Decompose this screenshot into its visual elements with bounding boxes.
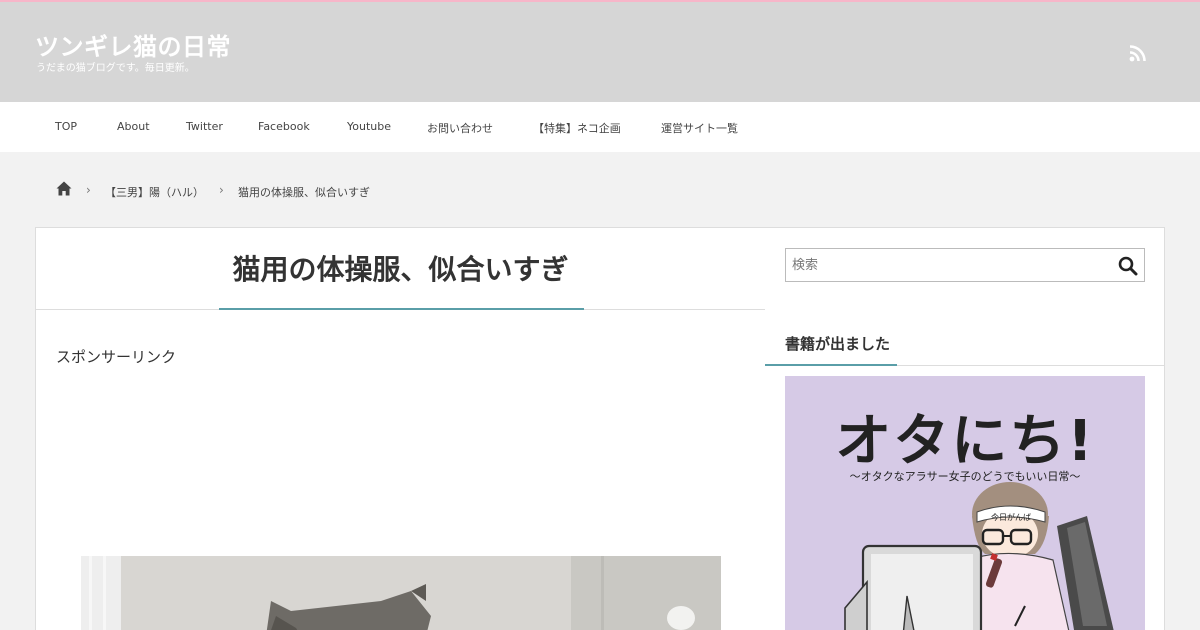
- widget-title: 書籍が出ました: [785, 335, 891, 353]
- chevron-right-icon: ›: [86, 183, 91, 197]
- cat-photo-image: [81, 556, 721, 630]
- nav-item-facebook[interactable]: Facebook: [258, 120, 310, 133]
- nav-item-youtube[interactable]: Youtube: [347, 120, 391, 133]
- search-input[interactable]: [786, 249, 1106, 281]
- widget-header: 書籍が出ました: [765, 323, 1164, 366]
- sponsor-label: スポンサーリンク: [56, 348, 177, 366]
- breadcrumb-current: 猫用の体操服、似合いすぎ: [238, 186, 370, 199]
- breadcrumb: › 【三男】陽（ハル） › 猫用の体操服、似合いすぎ: [0, 180, 1200, 200]
- headband-text: 今日がんば: [991, 512, 1031, 522]
- sidebar: 書籍が出ました オタにち! 〜オタクなアラサー女子のどうでもいい日常〜 今日がん…: [765, 227, 1165, 630]
- main-nav: TOP About Twitter Facebook Youtube お問い合わ…: [0, 102, 1200, 152]
- book-illustration: 今日がんば: [844, 482, 1114, 630]
- nav-item-contact[interactable]: お問い合わせ: [427, 120, 493, 136]
- nav-item-feature[interactable]: 【特集】ネコ企画: [533, 120, 621, 136]
- article-photo: [81, 556, 721, 630]
- nav-item-twitter[interactable]: Twitter: [186, 120, 223, 133]
- nav-item-sites[interactable]: 運営サイト一覧: [661, 120, 738, 136]
- widget-title-underline: [765, 364, 897, 366]
- search-icon[interactable]: [1118, 256, 1138, 276]
- book-cover-banner[interactable]: オタにち! 〜オタクなアラサー女子のどうでもいい日常〜 今日がんば: [785, 376, 1145, 630]
- search-form: [785, 248, 1145, 282]
- chevron-right-icon: ›: [219, 183, 224, 197]
- nav-item-about[interactable]: About: [117, 120, 150, 133]
- site-tagline: うだまの猫ブログです。毎日更新。: [36, 63, 195, 74]
- home-icon[interactable]: [56, 181, 72, 196]
- nav-item-top[interactable]: TOP: [55, 120, 77, 133]
- rss-icon[interactable]: [1129, 44, 1147, 62]
- site-title[interactable]: ツンギレ猫の日常: [35, 27, 231, 62]
- article-header: 猫用の体操服、似合いすぎ: [36, 228, 765, 310]
- title-underline: [219, 308, 584, 310]
- article-container: 猫用の体操服、似合いすぎ スポンサーリンク: [35, 227, 766, 630]
- article-title: 猫用の体操服、似合いすぎ: [232, 253, 569, 286]
- site-header: ツンギレ猫の日常 うだまの猫ブログです。毎日更新。: [0, 2, 1200, 102]
- breadcrumb-category[interactable]: 【三男】陽（ハル）: [105, 184, 204, 200]
